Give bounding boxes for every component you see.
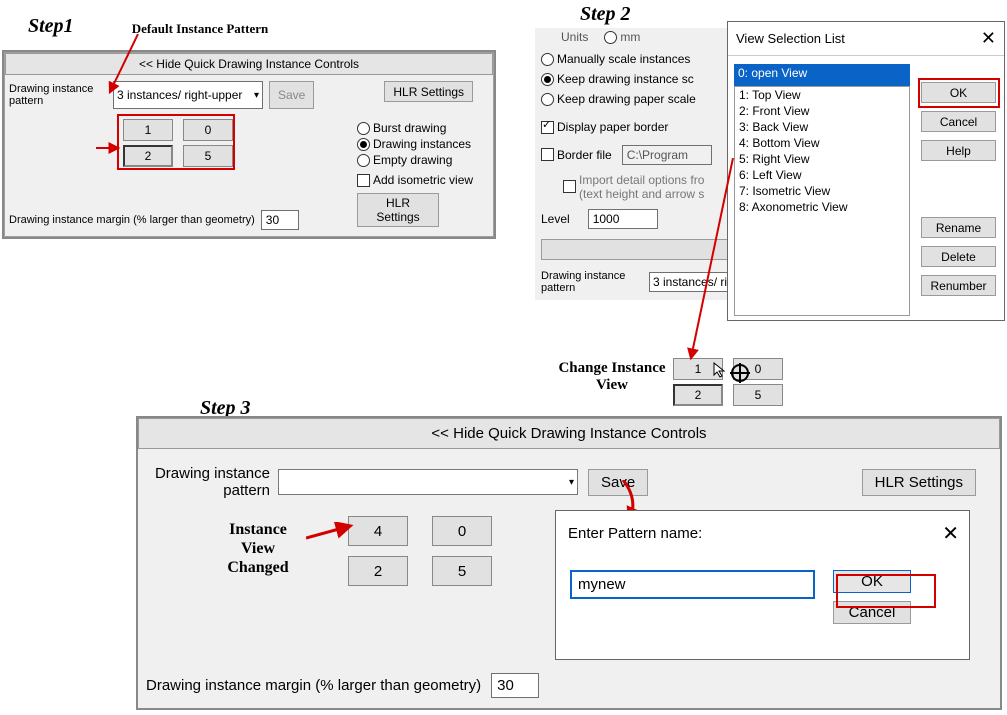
border-file-input[interactable] (622, 145, 712, 165)
radio-instances[interactable]: Drawing instances (357, 137, 473, 151)
vsl-list[interactable]: 1: Top View 2: Front View 3: Back View 4… (734, 86, 910, 316)
vsl-item[interactable]: 7: Isometric View (735, 183, 909, 199)
close-icon[interactable]: ✕ (981, 28, 996, 49)
chevron-down-icon: ▾ (569, 477, 574, 488)
vsl-item[interactable]: 8: Axonometric View (735, 199, 909, 215)
hlr-settings-button-2[interactable]: HLR Settings (357, 193, 439, 227)
margin-label: Drawing instance margin (% larger than g… (9, 214, 255, 226)
step1-label: Step1 (28, 16, 74, 36)
save-button-3[interactable]: Save (588, 469, 648, 496)
vsl-item[interactable]: 5: Right View (735, 151, 909, 167)
check-border-file-label: Border file (557, 148, 612, 162)
vsl-item[interactable]: 1: Top View (735, 87, 909, 103)
pattern-combo[interactable]: 3 instances/ right-upper ▾ (113, 81, 263, 109)
step2-label: Step 2 (580, 4, 631, 24)
callout-epn-ok (836, 574, 936, 608)
hlr-settings-button[interactable]: HLR Settings (384, 81, 473, 102)
callout-ok (918, 78, 1000, 108)
instance2-cell-5[interactable]: 5 (733, 384, 783, 406)
step3-label: Step 3 (200, 398, 251, 418)
level-input[interactable] (588, 209, 658, 229)
instance3-cell-d[interactable]: 5 (432, 556, 492, 586)
check-add-iso[interactable]: Add isometric view (357, 173, 473, 187)
anno-change-instance: Change Instance View (552, 360, 672, 393)
pattern-label-2: Drawing instance pattern (541, 270, 643, 294)
margin-input-3[interactable] (491, 673, 539, 698)
view-selection-dialog: View Selection List ✕ 0: open View 1: To… (727, 21, 1005, 321)
radio-keep-scale-label: Keep drawing instance sc (557, 72, 694, 86)
hide-controls-bar[interactable]: << Hide Quick Drawing Instance Controls (5, 53, 493, 75)
pattern-label: Drawing instance pattern (5, 81, 113, 109)
vsl-item[interactable]: 6: Left View (735, 167, 909, 183)
margin-input[interactable] (261, 210, 299, 230)
step1-panel: << Hide Quick Drawing Instance Controls … (4, 52, 494, 237)
radio-instances-label: Drawing instances (373, 137, 471, 151)
rename-button[interactable]: Rename (921, 217, 996, 238)
cancel-button[interactable]: Cancel (921, 111, 996, 132)
vsl-item[interactable]: 3: Back View (735, 119, 909, 135)
check-import-detail[interactable]: Import detail options fro (text height a… (563, 173, 704, 201)
instance3-cell-c[interactable]: 2 (348, 556, 408, 586)
margin-label-3: Drawing instance margin (% larger than g… (146, 677, 481, 694)
instance-grid-2: 1 0 2 5 (673, 358, 783, 406)
pattern-combo-3[interactable]: ▾ (278, 469, 578, 495)
check-display-border-label: Display paper border (557, 120, 668, 134)
vsl-selected-item[interactable]: 0: open View (734, 64, 910, 86)
target-icon (730, 363, 750, 383)
radio-keep-paper-label: Keep drawing paper scale (557, 92, 696, 106)
help-button[interactable]: Help (921, 140, 996, 161)
units-label: Units (561, 30, 588, 44)
radio-burst[interactable]: Burst drawing (357, 121, 473, 135)
import-detail-line1: Import detail options fro (579, 173, 704, 187)
radio-burst-label: Burst drawing (373, 121, 446, 135)
radio-empty[interactable]: Empty drawing (357, 153, 473, 167)
radio-empty-label: Empty drawing (373, 153, 452, 167)
check-display-border[interactable]: Display paper border (541, 120, 668, 134)
pattern-name-input[interactable] (570, 570, 815, 599)
vsl-item[interactable]: 2: Front View (735, 103, 909, 119)
epn-title: Enter Pattern name: (568, 525, 702, 542)
pattern-label-3: Drawing instance pattern (138, 465, 278, 499)
save-button[interactable]: Save (269, 81, 314, 109)
vsl-item[interactable]: 4: Bottom View (735, 135, 909, 151)
instance2-cell-2[interactable]: 2 (673, 384, 723, 406)
import-detail-line2: (text height and arrow s (579, 187, 704, 201)
radio-mm-label: mm (620, 30, 640, 44)
level-label: Level (541, 212, 570, 226)
instance3-cell-a[interactable]: 4 (348, 516, 408, 546)
callout-main-grid (117, 114, 235, 170)
anno-default-pattern: Default Instance Pattern (120, 22, 280, 36)
pattern-combo-value: 3 instances/ right-upper (117, 88, 242, 102)
close-icon[interactable]: ✕ (942, 521, 959, 546)
anno-instance-changed: Instance View Changed (212, 520, 304, 578)
instance3-cell-b[interactable]: 0 (432, 516, 492, 546)
radio-manually-label: Manually scale instances (557, 52, 690, 66)
hide-controls-bar-3[interactable]: << Hide Quick Drawing Instance Controls (138, 418, 1000, 449)
renumber-button[interactable]: Renumber (921, 275, 996, 296)
check-add-iso-label: Add isometric view (373, 173, 473, 187)
delete-button[interactable]: Delete (921, 246, 996, 267)
cursor-icon (712, 362, 728, 378)
radio-mm[interactable]: mm (604, 30, 640, 44)
vsl-title: View Selection List (736, 31, 845, 46)
check-border-file[interactable]: Border file (541, 148, 612, 162)
hlr-settings-button-3[interactable]: HLR Settings (862, 469, 976, 496)
chevron-down-icon: ▾ (254, 90, 259, 101)
